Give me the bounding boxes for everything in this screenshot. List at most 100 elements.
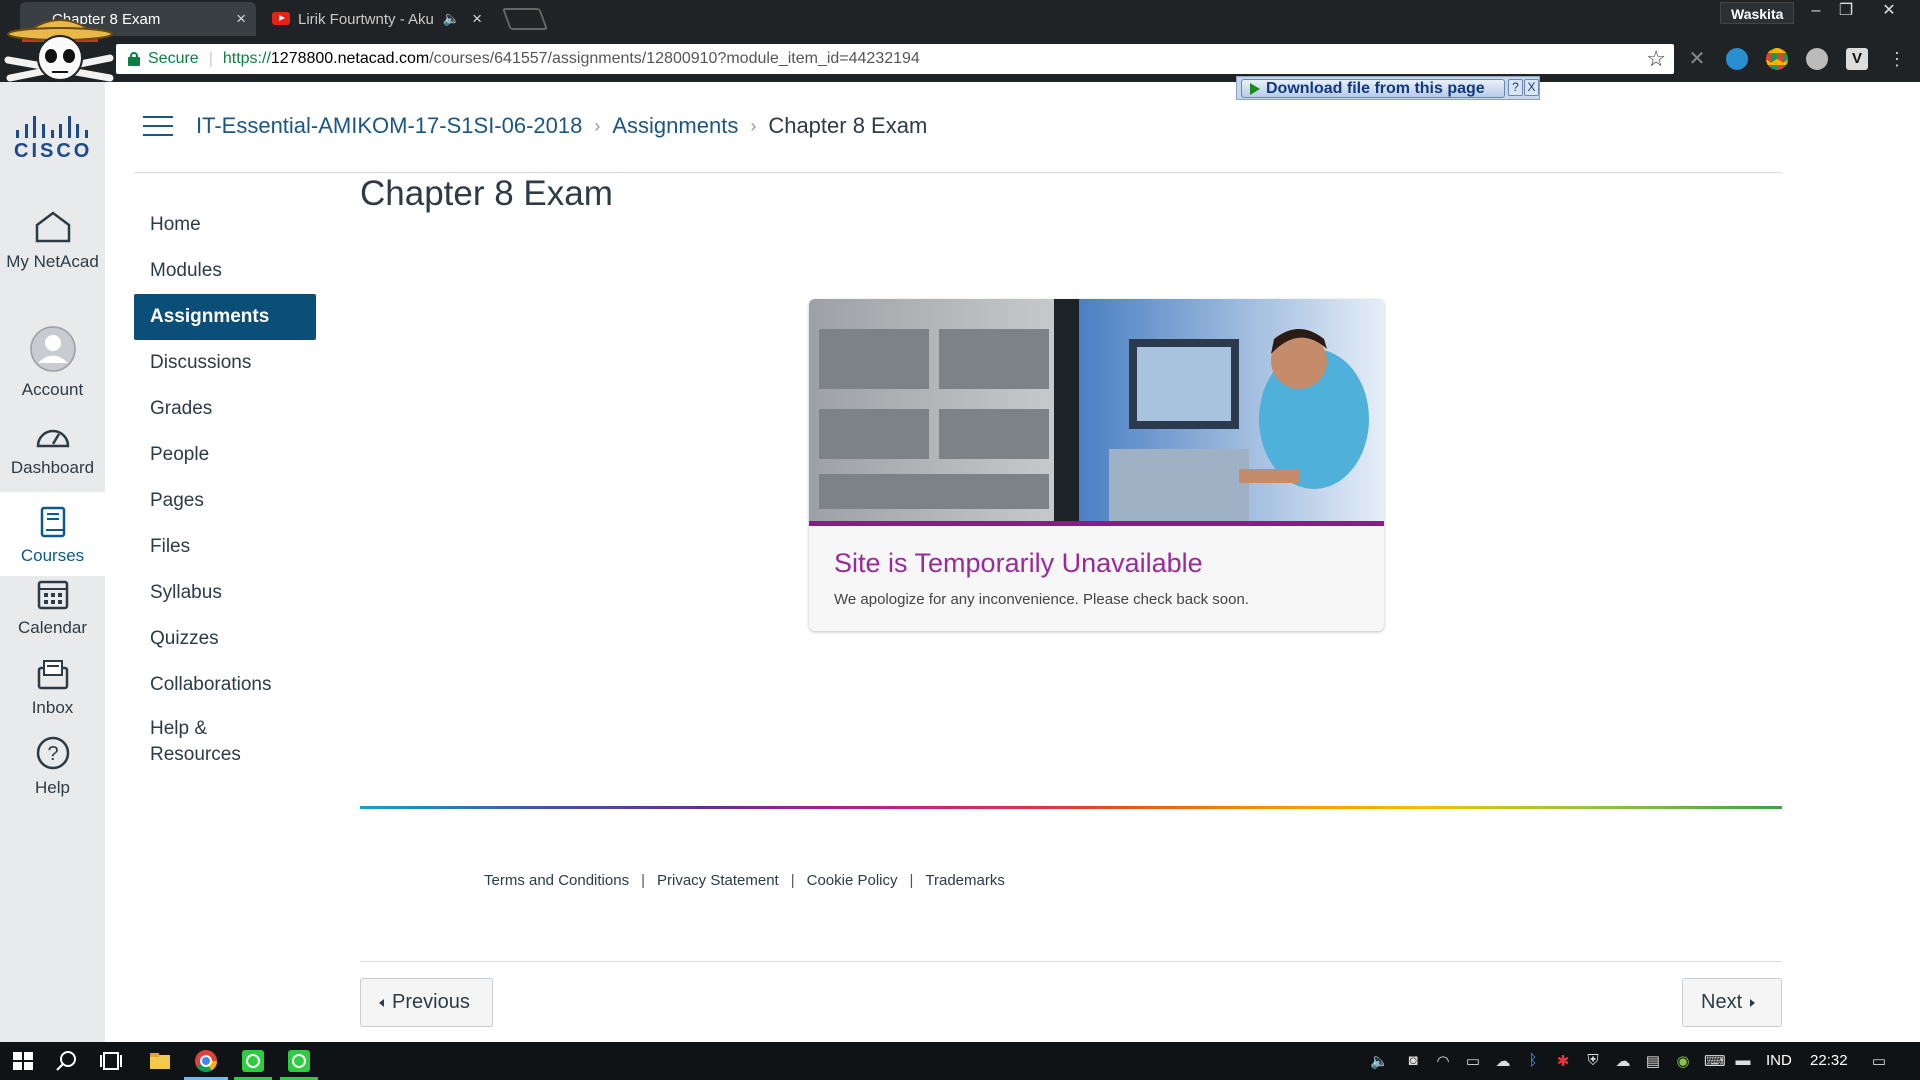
course-nav-pages[interactable]: Pages — [134, 478, 316, 524]
breadcrumb: IT-Essential-AMIKOM-17-S1SI-06-2018 › As… — [196, 113, 927, 139]
global-nav-label: My NetAcad — [6, 252, 99, 271]
global-nav-inbox[interactable]: Inbox — [0, 658, 105, 720]
global-nav-my-netacad[interactable]: My NetAcad — [0, 210, 105, 274]
global-nav-calendar[interactable]: Calendar — [0, 578, 105, 640]
footer-cookie-link[interactable]: Cookie Policy — [807, 872, 898, 889]
course-nav-collaborations[interactable]: Collaborations — [134, 662, 316, 708]
extension-x-icon[interactable]: ✕ — [1686, 48, 1708, 70]
antivirus-icon[interactable]: ✱ — [1554, 1052, 1572, 1070]
action-center-icon[interactable]: ▭ — [1870, 1052, 1888, 1070]
search-icon[interactable] — [54, 1048, 80, 1074]
browser-menu-icon[interactable]: ⋮ — [1886, 48, 1908, 70]
headset-icon[interactable]: ◙ — [1404, 1052, 1422, 1070]
course-nav-people[interactable]: People — [134, 432, 316, 478]
extension-v-icon[interactable]: V — [1846, 48, 1868, 70]
url-path: /courses/641557/assignments/12800910?mod… — [429, 50, 920, 67]
global-navigation: CISCO My NetAcad Account Dashboard Cours… — [0, 82, 105, 1042]
help-icon: ? — [36, 736, 69, 770]
server-room-image — [809, 299, 1384, 521]
restore-icon[interactable]: ❐ — [1829, 0, 1863, 22]
pager-divider — [360, 961, 1782, 962]
download-file-button[interactable]: Download file from this page — [1241, 79, 1505, 98]
course-menu-toggle-icon[interactable] — [143, 116, 173, 138]
profile-button[interactable]: Waskita — [1720, 2, 1795, 24]
windows-start-icon[interactable] — [10, 1048, 36, 1074]
wifi-icon[interactable]: ◠ — [1434, 1052, 1452, 1070]
book-icon — [40, 506, 65, 538]
course-nav-discussions[interactable]: Discussions — [134, 340, 316, 386]
extension-gear-icon[interactable] — [1726, 48, 1748, 70]
onedrive-icon[interactable]: ☁ — [1494, 1052, 1512, 1070]
close-window-icon[interactable]: ✕ — [1872, 0, 1906, 22]
whatsapp-icon[interactable] — [286, 1048, 312, 1074]
global-nav-dashboard[interactable]: Dashboard — [0, 422, 105, 480]
card-title: Site is Temporarily Unavailable — [834, 548, 1203, 578]
address-bar[interactable]: Secure | https://1278800.netacad.com/cou… — [116, 44, 1674, 74]
global-nav-help[interactable]: ? Help — [0, 736, 105, 800]
page-title: Chapter 8 Exam — [360, 174, 613, 213]
course-nav-syllabus[interactable]: Syllabus — [134, 570, 316, 616]
browser-tab-strip: Chapter 8 Exam × Lirik Fourtwnty - Aku 🔈… — [0, 0, 1920, 36]
cloud-sync-icon[interactable]: ☁ — [1614, 1052, 1632, 1070]
breadcrumb-course[interactable]: IT-Essential-AMIKOM-17-S1SI-06-2018 — [196, 113, 582, 139]
whatsapp-icon[interactable] — [240, 1048, 266, 1074]
audio-playing-icon[interactable]: 🔈 — [443, 10, 460, 27]
file-explorer-icon[interactable] — [147, 1048, 173, 1074]
caret-left-icon — [379, 998, 384, 1007]
download-close-icon[interactable]: X — [1524, 79, 1539, 96]
course-nav-grades[interactable]: Grades — [134, 386, 316, 432]
display-icon[interactable]: ▭ — [1464, 1052, 1482, 1070]
home-icon — [35, 211, 70, 243]
tab-lirik-fourtwnty[interactable]: Lirik Fourtwnty - Aku 🔈 × — [262, 2, 492, 36]
header-divider — [134, 172, 1782, 173]
keyboard-icon[interactable]: ⌨ — [1704, 1052, 1726, 1070]
network-app-icon[interactable]: ◉ — [1674, 1052, 1692, 1070]
security-shield-icon[interactable]: ⛨ — [1584, 1052, 1602, 1070]
calendar-icon — [37, 580, 68, 610]
close-tab-icon[interactable]: × — [236, 9, 246, 29]
global-nav-courses[interactable]: Courses — [0, 492, 105, 576]
global-nav-label: Courses — [20, 546, 85, 565]
task-view-icon[interactable] — [98, 1048, 124, 1074]
global-nav-account[interactable]: Account — [0, 326, 105, 402]
course-nav-quizzes[interactable]: Quizzes — [134, 616, 316, 662]
card-message: We apologize for any inconvenience. Plea… — [834, 591, 1249, 608]
footer-privacy-link[interactable]: Privacy Statement — [657, 872, 779, 889]
global-nav-label: Help — [35, 778, 70, 797]
course-nav-files[interactable]: Files — [134, 524, 316, 570]
svg-text:?: ? — [47, 743, 58, 765]
course-nav-modules[interactable]: Modules — [134, 248, 316, 294]
footer-trademarks-link[interactable]: Trademarks — [925, 872, 1004, 889]
close-tab-icon[interactable]: × — [472, 9, 482, 29]
storage-icon[interactable]: ▤ — [1644, 1052, 1662, 1070]
bookmark-star-icon[interactable]: ☆ — [1646, 46, 1666, 72]
secure-label: Secure — [148, 50, 199, 67]
volume-icon[interactable]: 🔈 — [1370, 1052, 1389, 1070]
next-button[interactable]: Next — [1682, 978, 1782, 1027]
minimize-icon[interactable]: – — [1799, 0, 1833, 22]
footer-terms-link[interactable]: Terms and Conditions — [484, 872, 629, 889]
previous-button[interactable]: Previous — [360, 978, 493, 1027]
bluetooth-icon[interactable]: ᛒ — [1524, 1052, 1542, 1070]
new-tab-button[interactable] — [501, 8, 549, 30]
extension-cloud-icon[interactable] — [1806, 48, 1828, 70]
breadcrumb-assignments[interactable]: Assignments — [612, 113, 738, 139]
chevron-right-icon: › — [594, 115, 601, 136]
course-nav-home[interactable]: Home — [134, 202, 316, 248]
course-nav-assignments[interactable]: Assignments — [134, 294, 316, 340]
next-label: Next — [1701, 991, 1743, 1013]
battery-icon[interactable]: ▬ — [1734, 1052, 1752, 1070]
inbox-icon — [37, 660, 68, 690]
caret-right-icon — [1750, 998, 1756, 1007]
url-text: https://1278800.netacad.com/courses/6415… — [223, 50, 920, 68]
chrome-extension-icon[interactable] — [1766, 48, 1788, 70]
cisco-logo[interactable]: CISCO — [14, 116, 90, 163]
input-language[interactable]: IND — [1766, 1052, 1792, 1069]
course-navigation: Home Modules Assignments Discussions Gra… — [134, 202, 316, 772]
skull-logo-icon — [4, 19, 114, 82]
clock[interactable]: 22:32 — [1810, 1052, 1848, 1069]
download-help-icon[interactable]: ? — [1508, 79, 1523, 96]
course-nav-help-resources[interactable]: Help & Resources — [134, 708, 264, 772]
dashboard-icon — [36, 429, 69, 448]
chrome-icon[interactable] — [193, 1048, 219, 1074]
